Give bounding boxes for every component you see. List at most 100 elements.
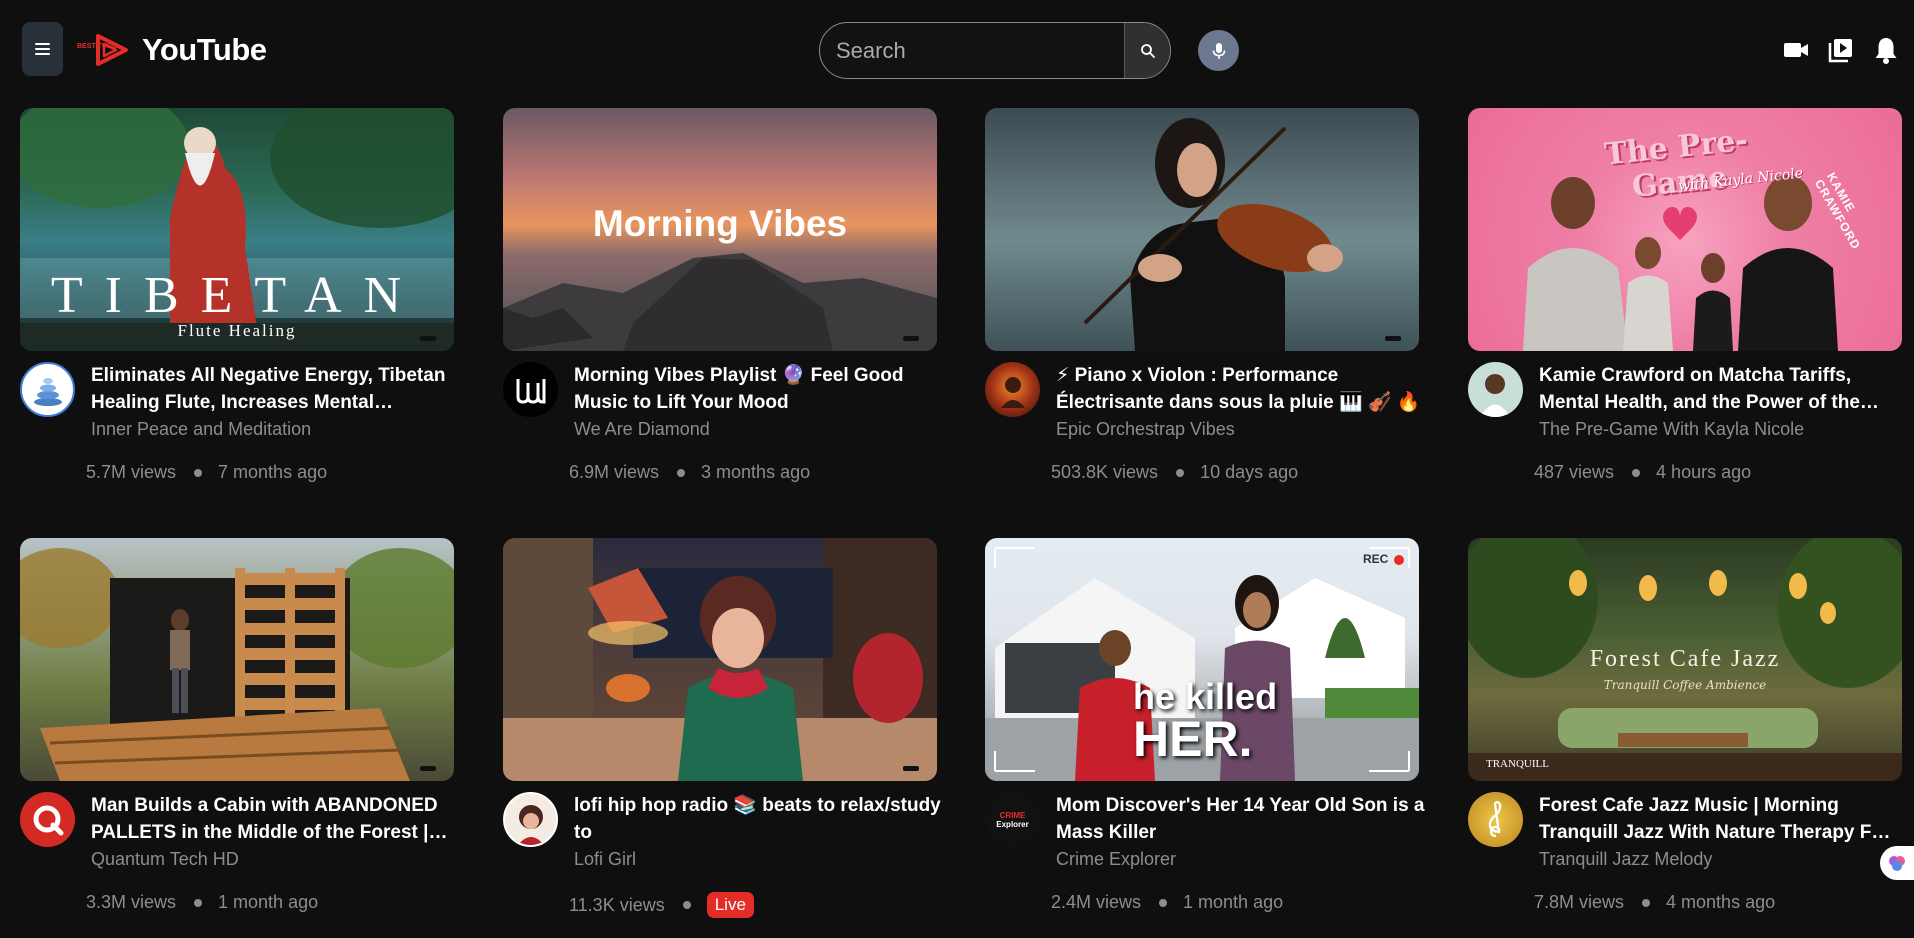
logo-badge-text: BEST TUBE (77, 43, 117, 50)
channel-name[interactable]: Tranquill Jazz Melody (1539, 849, 1712, 870)
thumbnail-subtitle-text: Tranquill Coffee Ambience (1603, 678, 1767, 692)
channel-avatar[interactable] (1468, 792, 1523, 847)
channel-name[interactable]: Epic Orchestrap Vibes (1056, 419, 1235, 440)
brain-icon (1889, 856, 1905, 871)
video-thumbnail[interactable]: Morning Vibes (503, 108, 937, 351)
video-thumbnail[interactable]: Forest Cafe Jazz Tranquill Coffee Ambien… (1468, 538, 1902, 781)
channel-avatar[interactable] (20, 362, 75, 417)
video-title[interactable]: Man Builds a Cabin with ABANDONED PALLET… (91, 792, 461, 846)
channel-avatar[interactable] (1468, 362, 1523, 417)
video-title[interactable]: Eliminates All Negative Energy, Tibetan … (91, 362, 461, 416)
extension-bubble[interactable] (1880, 846, 1914, 880)
create-video-button[interactable] (1782, 36, 1810, 64)
search-bar (819, 22, 1171, 79)
upload-age: 7 months ago (218, 462, 328, 482)
channel-name[interactable]: The Pre-Game With Kayla Nicole (1539, 419, 1804, 440)
channel-avatar[interactable] (20, 792, 75, 847)
video-meta: 2.4M views 1 month ago (1051, 892, 1283, 913)
upload-age: 1 month ago (218, 892, 319, 912)
diamond-w-logo-icon (516, 378, 545, 404)
host-avatar-icon (1480, 374, 1510, 417)
view-count: 11.3K views (569, 894, 665, 915)
view-count: 503.8K views (1051, 462, 1159, 482)
view-count: 3.3M views (86, 892, 177, 912)
view-count: 7.8M views (1534, 892, 1625, 912)
upload-age: 4 months ago (1666, 892, 1776, 912)
logo-play-icon: BEST TUBE (76, 32, 132, 68)
view-count: 5.7M views (86, 462, 177, 482)
thumbnail-title-text: Morning Vibes (592, 203, 848, 244)
channel-avatar[interactable] (985, 362, 1040, 417)
quantum-q-logo-icon (33, 805, 63, 835)
video-title[interactable]: Forest Cafe Jazz Music | Morning Tranqui… (1539, 792, 1909, 846)
video-thumbnail[interactable] (20, 538, 454, 781)
video-meta: 487 views 4 hours ago (1534, 462, 1751, 483)
upload-age: 1 month ago (1183, 892, 1284, 912)
channel-avatar[interactable] (503, 792, 558, 847)
video-title[interactable]: Kamie Crawford on Matcha Tariffs, Mental… (1539, 362, 1909, 416)
channel-name[interactable]: Crime Explorer (1056, 849, 1176, 870)
channel-avatar[interactable] (503, 362, 558, 417)
notifications-button[interactable] (1872, 36, 1900, 64)
separator-dot (1632, 468, 1641, 477)
voice-search-button[interactable] (1198, 30, 1239, 71)
youtube-logo[interactable]: BEST TUBE YouTube (76, 30, 267, 70)
video-camera-icon (1784, 43, 1808, 57)
channel-avatar[interactable]: CRIME Explorer (985, 792, 1040, 847)
thumbnail-title-text: TIBETAN (50, 267, 424, 324)
video-title[interactable]: Mom Discover's Her 14 Year Old Son is a … (1056, 792, 1426, 846)
logo-text: YouTube (142, 32, 267, 67)
duration-badge (1385, 336, 1401, 341)
channel-name[interactable]: Inner Peace and Meditation (91, 419, 311, 440)
video-meta: 503.8K views 10 days ago (1051, 462, 1298, 483)
duration-badge (420, 766, 436, 771)
video-meta: 3.3M views 1 month ago (86, 892, 318, 913)
library-button[interactable] (1827, 36, 1855, 64)
thumbnail-rec-text: REC (1363, 552, 1389, 566)
channel-name[interactable]: Quantum Tech HD (91, 849, 239, 870)
playlist-play-icon (1828, 39, 1852, 63)
search-button[interactable] (1124, 23, 1170, 78)
mic-icon (1212, 42, 1225, 59)
video-thumbnail[interactable] (985, 108, 1419, 351)
channel-name[interactable]: Lofi Girl (574, 849, 636, 870)
video-thumbnail[interactable]: The Pre-Game with Kayla Nicole KAMIE CRA… (1468, 108, 1902, 351)
video-thumbnail[interactable]: REC he killed HER. (985, 538, 1419, 781)
video-title[interactable]: ⚡ Piano x Violon : Performance Électrisa… (1056, 362, 1426, 416)
duration-badge (903, 336, 919, 341)
upload-age: 4 hours ago (1656, 462, 1752, 482)
top-header: BEST TUBE YouTube (0, 0, 1914, 104)
separator-dot (677, 468, 686, 477)
video-meta: 6.9M views 3 months ago (569, 462, 810, 483)
thumbnail-subtitle-text: Flute Healing (177, 321, 297, 340)
separator-dot (1642, 898, 1651, 907)
view-count: 487 views (1534, 462, 1615, 482)
channel-name[interactable]: We Are Diamond (574, 419, 710, 440)
video-title[interactable]: Morning Vibes Playlist 🔮 Feel Good Music… (574, 362, 944, 416)
video-meta: 7.8M views 4 months ago (1534, 892, 1775, 913)
treble-clef-icon (1488, 800, 1501, 837)
avatar-text: CRIME (999, 810, 1026, 820)
thumbnail-title-text: Forest Cafe Jazz (1589, 646, 1781, 672)
video-thumbnail[interactable]: TIBETAN Flute Healing (20, 108, 454, 351)
search-icon (1140, 43, 1155, 58)
separator-dot (1159, 898, 1168, 907)
view-count: 2.4M views (1051, 892, 1142, 912)
video-title[interactable]: lofi hip hop radio 📚 beats to relax/stud… (574, 792, 944, 846)
view-count: 6.9M views (569, 462, 660, 482)
thumbnail-logo-text: TRANQUILL (1486, 758, 1549, 770)
separator-dot (194, 468, 203, 477)
upload-age: 3 months ago (701, 462, 811, 482)
avatar-text-2: Explorer (996, 819, 1029, 829)
thumbnail-title-text-2: HER. (1133, 711, 1253, 767)
violinist-avatar-icon (1000, 376, 1025, 408)
separator-dot (194, 898, 203, 907)
upload-age: 10 days ago (1200, 462, 1299, 482)
video-thumbnail[interactable] (503, 538, 937, 781)
video-meta: 11.3K views Live (569, 892, 754, 918)
search-input[interactable] (820, 23, 1124, 78)
lofi-girl-avatar-icon (517, 804, 544, 845)
separator-dot (1176, 468, 1185, 477)
stone-stack-icon (33, 377, 62, 406)
menu-button[interactable] (22, 22, 63, 76)
